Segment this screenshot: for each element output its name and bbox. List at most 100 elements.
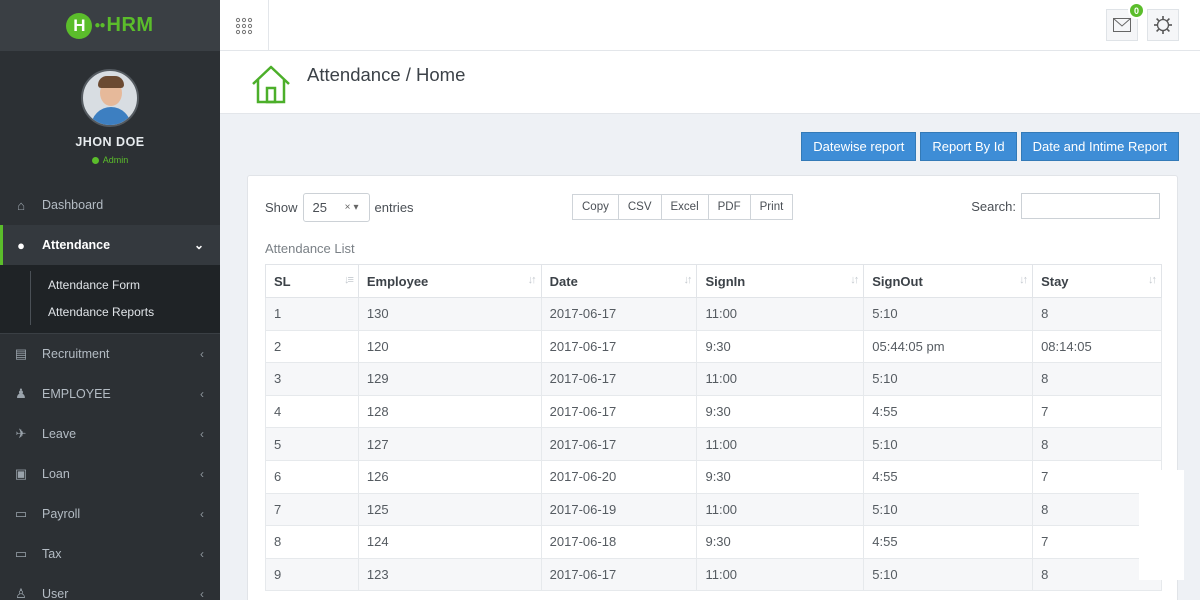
messages-button[interactable]: 0 bbox=[1106, 2, 1145, 41]
table-cell: 9:30 bbox=[696, 459, 865, 494]
attendance-submenu: Attendance Form Attendance Reports bbox=[0, 265, 220, 334]
pdf-button[interactable]: PDF bbox=[707, 194, 751, 220]
attendance-card: Show 25 ×▾ entries Copy CSV Excel PDF Pr… bbox=[247, 175, 1178, 600]
gear-icon bbox=[1154, 16, 1172, 34]
table-cell: 123 bbox=[357, 557, 542, 592]
sidebar-item-loan[interactable]: ▣ Loan ‹ bbox=[0, 454, 220, 494]
sort-icon: ↓↑ bbox=[850, 274, 859, 286]
submenu-item-attendance-reports[interactable]: Attendance Reports bbox=[0, 298, 220, 325]
sort-icon: ↓↑ bbox=[1148, 274, 1157, 286]
logo-mark: H bbox=[66, 12, 93, 39]
sidebar-item-label: Tax bbox=[42, 547, 62, 561]
table-row[interactable]: 3 129 2017-06-17 11:00 5:10 8 bbox=[265, 362, 1162, 396]
logo-text: HRM bbox=[106, 14, 154, 36]
sidebar-item-label: Recruitment bbox=[42, 347, 110, 361]
brand-bar: H ●● HRM bbox=[0, 0, 220, 51]
table-cell: 05:44:05 pm bbox=[863, 329, 1034, 364]
table-cell: 8 bbox=[265, 525, 359, 559]
table-cell: 2017-06-17 bbox=[540, 329, 698, 364]
settings-button[interactable] bbox=[1147, 9, 1179, 41]
attendance-table: SL ↓≡ Employee ↓↑ Date ↓↑ SignIn ↓↑ SignOut ↓… bbox=[265, 264, 1162, 592]
entries-control: Show 25 ×▾ entries bbox=[265, 193, 414, 222]
column-header-stay[interactable]: Stay ↓↑ bbox=[1032, 264, 1162, 298]
print-button[interactable]: Print bbox=[749, 194, 794, 220]
table-row[interactable]: 5 127 2017-06-17 11:00 5:10 8 bbox=[265, 427, 1162, 461]
table-cell: 120 bbox=[357, 329, 542, 364]
topbar: 0 bbox=[220, 0, 1200, 51]
datewise-report-button[interactable]: Datewise report bbox=[801, 132, 917, 161]
sidebar-item-label: Attendance bbox=[42, 238, 111, 252]
table-cell: 2017-06-17 bbox=[540, 557, 698, 592]
chevron-left-icon: ‹ bbox=[200, 427, 204, 441]
profile-role: Admin bbox=[91, 155, 128, 165]
table-cell: 2017-06-17 bbox=[540, 362, 698, 396]
search-control: Search: bbox=[971, 193, 1160, 219]
table-cell: 11:00 bbox=[696, 492, 865, 527]
table-cell: 130 bbox=[357, 297, 542, 331]
table-cell: 2017-06-17 bbox=[540, 297, 698, 331]
chevron-left-icon: ‹ bbox=[200, 387, 204, 401]
column-header-employee[interactable]: Employee ↓↑ bbox=[357, 264, 542, 298]
sidebar-item-label: EMPLOYEE bbox=[42, 387, 111, 401]
user-outline-icon: ♙ bbox=[15, 586, 27, 600]
money-icon: ▣ bbox=[14, 466, 28, 481]
column-header-sl[interactable]: SL ↓≡ bbox=[265, 264, 359, 298]
sidebar-menu: ⌂ Dashboard ● Attendance ⌄ Attendance Fo… bbox=[0, 185, 220, 600]
report-button-group: Datewise report Report By Id Date and In… bbox=[801, 132, 1179, 161]
user-profile: JHON DOE Admin bbox=[0, 51, 220, 175]
date-intime-report-button[interactable]: Date and Intime Report bbox=[1020, 132, 1179, 161]
table-row[interactable]: 6 126 2017-06-20 9:30 4:55 7 bbox=[265, 459, 1162, 494]
submenu-item-attendance-form[interactable]: Attendance Form bbox=[0, 271, 220, 298]
entries-value: 25 bbox=[312, 200, 327, 215]
sort-icon: ↓↑ bbox=[527, 274, 537, 286]
table-row[interactable]: 4 128 2017-06-17 9:30 4:55 7 bbox=[265, 394, 1162, 429]
sidebar-item-tax[interactable]: ▭ Tax ‹ bbox=[0, 534, 220, 574]
table-cell: 4:55 bbox=[863, 525, 1034, 559]
sidebar-item-dashboard[interactable]: ⌂ Dashboard bbox=[0, 185, 220, 225]
table-cell: 8 bbox=[1032, 427, 1162, 461]
report-by-id-button[interactable]: Report By Id bbox=[920, 132, 1017, 161]
table-cell: 2017-06-19 bbox=[540, 492, 698, 527]
sidebar-item-leave[interactable]: ✈ Leave ‹ bbox=[0, 414, 220, 454]
table-cell: 7 bbox=[1032, 394, 1162, 429]
table-cell: 128 bbox=[357, 394, 542, 429]
table-row[interactable]: 8 124 2017-06-18 9:30 4:55 7 bbox=[265, 525, 1162, 559]
chevron-left-icon: ‹ bbox=[200, 547, 204, 561]
table-cell: 6 bbox=[265, 459, 359, 494]
entries-select[interactable]: 25 ×▾ bbox=[302, 193, 370, 222]
sidebar-item-employee[interactable]: ♟ EMPLOYEE ‹ bbox=[0, 374, 220, 414]
apps-grid-button[interactable] bbox=[220, 0, 269, 51]
brand-logo[interactable]: H ●● HRM bbox=[66, 12, 154, 39]
copy-button[interactable]: Copy bbox=[572, 194, 619, 220]
table-row[interactable]: 9 123 2017-06-17 11:00 5:10 8 bbox=[265, 557, 1162, 592]
page-header: Attendance / Home bbox=[220, 51, 1200, 114]
search-input[interactable] bbox=[1021, 193, 1160, 219]
table-row[interactable]: 2 120 2017-06-17 9:30 05:44:05 pm 08:14:05 bbox=[265, 329, 1162, 364]
table-cell: 5:10 bbox=[863, 362, 1034, 396]
table-cell: 7 bbox=[265, 492, 359, 527]
avatar[interactable] bbox=[81, 69, 139, 127]
list-title: Attendance List bbox=[265, 241, 355, 256]
sidebar-item-recruitment[interactable]: ▤ Recruitment ‹ bbox=[0, 334, 220, 374]
table-cell: 2017-06-17 bbox=[540, 427, 698, 461]
sidebar-item-attendance[interactable]: ● Attendance ⌄ bbox=[0, 225, 220, 265]
sort-asc-icon: ↓≡ bbox=[343, 274, 354, 286]
table-cell: 11:00 bbox=[696, 362, 865, 396]
envelope-icon bbox=[1113, 18, 1131, 32]
csv-button[interactable]: CSV bbox=[617, 194, 662, 220]
column-header-date[interactable]: Date ↓↑ bbox=[540, 264, 698, 298]
column-header-signout[interactable]: SignOut ↓↑ bbox=[863, 264, 1034, 298]
table-cell: 9 bbox=[265, 557, 359, 592]
table-cell: 08:14:05 bbox=[1032, 329, 1162, 364]
table-cell: 1 bbox=[265, 297, 359, 331]
sidebar-item-label: Dashboard bbox=[42, 198, 104, 212]
message-count-badge: 0 bbox=[1128, 2, 1145, 19]
table-row[interactable]: 1 130 2017-06-17 11:00 5:10 8 bbox=[265, 297, 1162, 331]
excel-button[interactable]: Excel bbox=[660, 194, 709, 220]
sidebar-item-label: User bbox=[42, 587, 69, 600]
sidebar-item-user[interactable]: ♙ User ‹ bbox=[0, 574, 220, 600]
table-row[interactable]: 7 125 2017-06-19 11:00 5:10 8 bbox=[265, 492, 1162, 527]
sidebar-item-payroll[interactable]: ▭ Payroll ‹ bbox=[0, 494, 220, 534]
column-header-signin[interactable]: SignIn ↓↑ bbox=[696, 264, 865, 298]
table-cell: 126 bbox=[357, 459, 542, 494]
